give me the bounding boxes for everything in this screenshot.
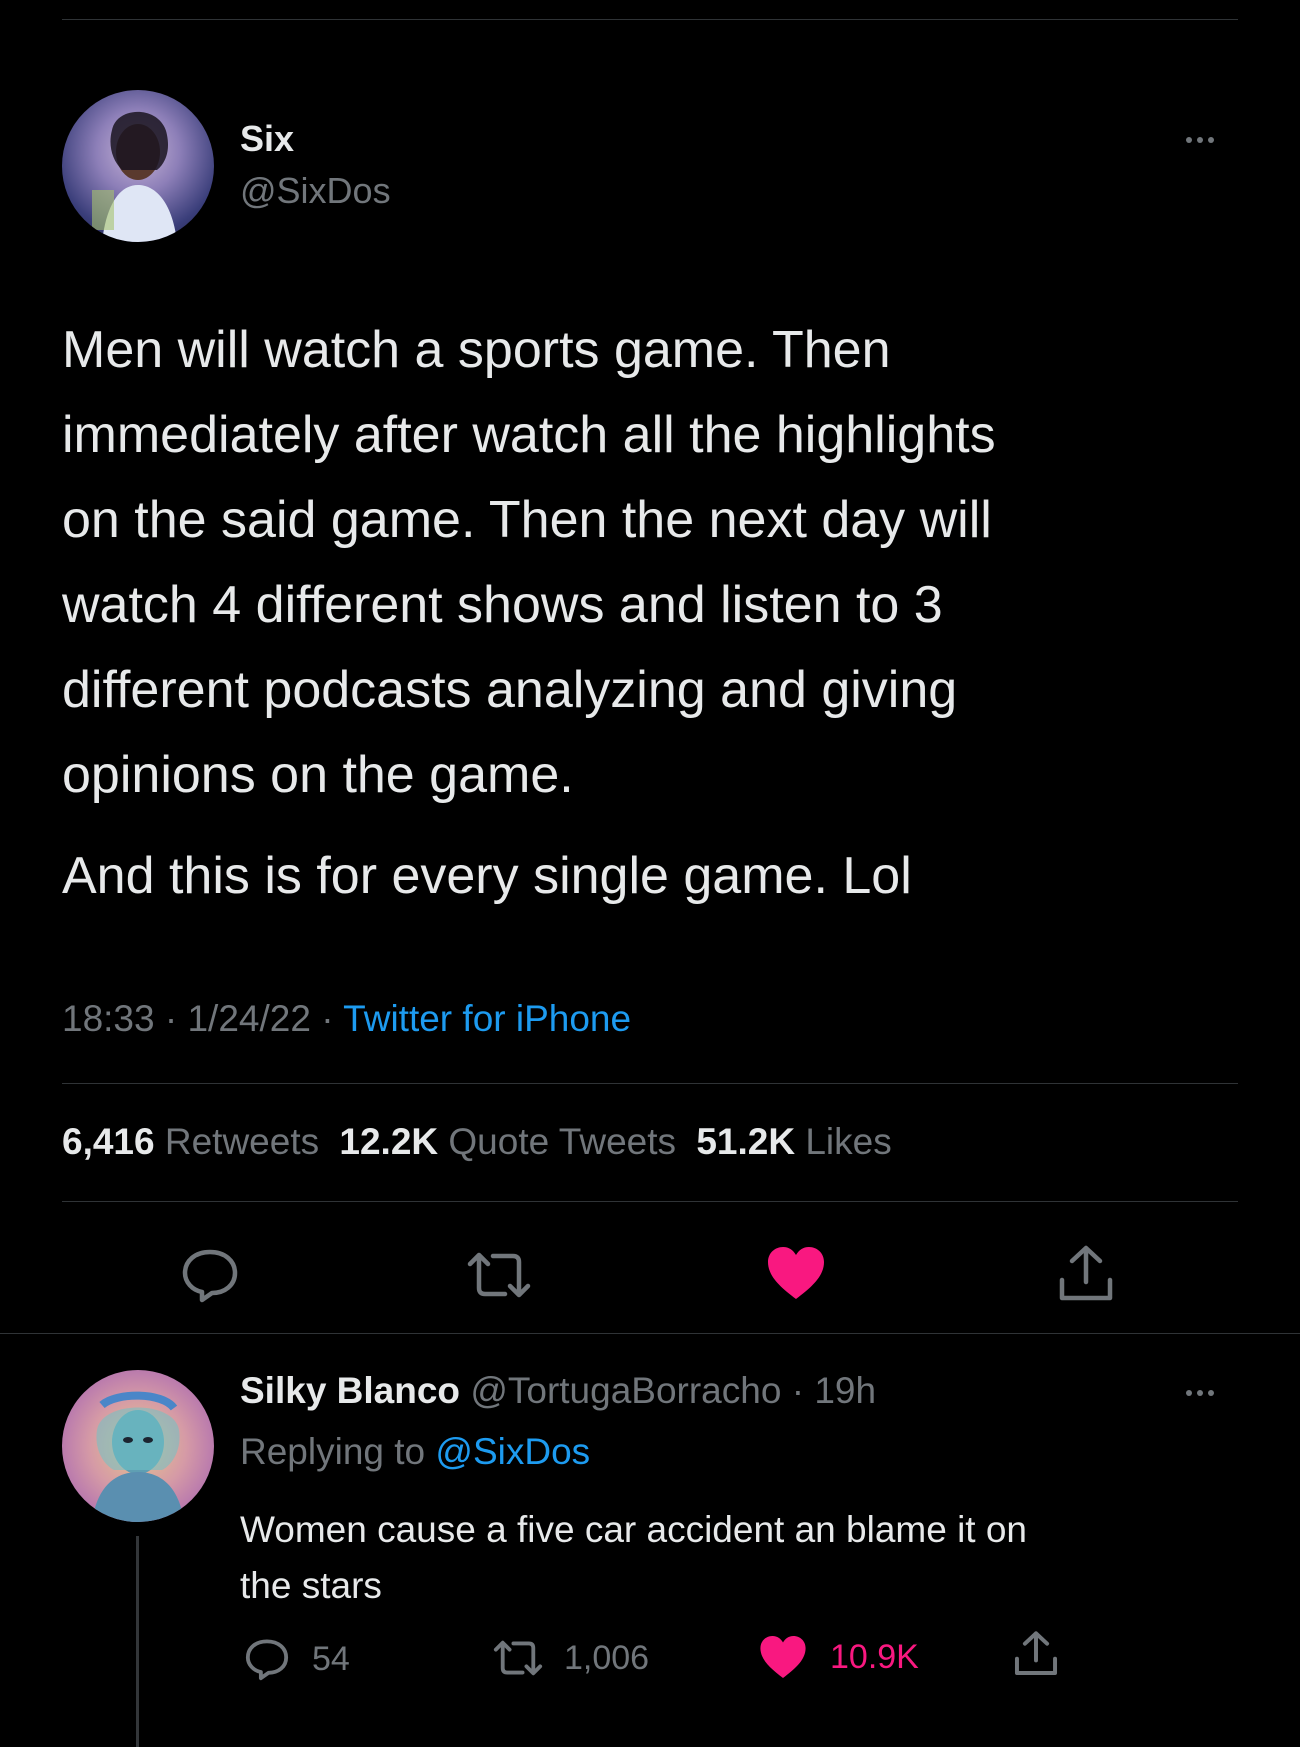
reply-line: the stars (240, 1565, 382, 1606)
heart-icon[interactable] (765, 1245, 827, 1301)
reply-header: Silky Blanco @TortugaBorracho · 19h (240, 1370, 876, 1412)
replying-handle[interactable]: @SixDos (435, 1431, 590, 1472)
quotes-count: 12.2K (339, 1121, 439, 1162)
replying-to: Replying to @SixDos (240, 1431, 590, 1473)
author-name[interactable]: Six (240, 118, 294, 160)
reply-retweet-action[interactable]: 1,006 (492, 1638, 649, 1678)
meta-separator: · (164, 998, 178, 1039)
quotes-stat[interactable]: 12.2K Quote Tweets (339, 1121, 686, 1162)
tweet-line: watch 4 different shows and listen to 3 (62, 576, 943, 634)
tweet-meta: 18:33 · 1/24/22 · Twitter for iPhone (62, 998, 631, 1040)
reply-author-name[interactable]: Silky Blanco (240, 1370, 460, 1411)
tweet-stats: 6,416 Retweets 12.2K Quote Tweets 51.2K … (62, 1121, 892, 1163)
reply-retweet-count: 1,006 (564, 1638, 650, 1677)
avatar-photo (92, 111, 177, 242)
likes-label: Likes (805, 1121, 892, 1162)
tweet-source[interactable]: Twitter for iPhone (343, 998, 631, 1039)
thread-divider (0, 1333, 1300, 1334)
reply-reply-action[interactable]: 54 (244, 1637, 350, 1681)
tweet-line: Men will watch a sports game. Then (62, 321, 891, 379)
reply-line: Women cause a five car accident an blame… (240, 1509, 1028, 1550)
replying-label: Replying to (240, 1431, 426, 1472)
reply-more-icon[interactable] (1186, 1390, 1214, 1396)
reply-author-handle[interactable]: @TortugaBorracho (470, 1370, 781, 1411)
tweet-line: on the said game. Then the next day will (62, 491, 992, 549)
tweet-date[interactable]: 1/24/22 (187, 998, 310, 1039)
reply-reply-icon (245, 1639, 289, 1681)
tweet-line: opinions on the game. (62, 746, 574, 804)
tweet-time[interactable]: 18:33 (62, 998, 155, 1039)
reply-heart-icon (760, 1636, 806, 1678)
author-avatar[interactable] (62, 90, 214, 242)
reply-reply-count: 54 (312, 1639, 350, 1678)
likes-stat[interactable]: 51.2K Likes (696, 1121, 891, 1162)
top-divider (62, 19, 1238, 20)
retweets-label: Retweets (164, 1121, 320, 1162)
retweet-icon[interactable] (465, 1250, 533, 1300)
reply-body: Women cause a five car accident an blame… (240, 1502, 1260, 1614)
reply-avatar-art (92, 1391, 184, 1522)
author-handle[interactable]: @SixDos (240, 170, 391, 212)
more-icon[interactable] (1186, 137, 1214, 143)
meta-separator: · (321, 998, 334, 1039)
reply-like-action[interactable]: 10.9K (758, 1634, 919, 1680)
retweets-stat[interactable]: 6,416 Retweets (62, 1121, 329, 1162)
likes-count: 51.2K (696, 1121, 796, 1162)
reply-avatar[interactable] (62, 1370, 214, 1522)
reply-separator: · (791, 1370, 805, 1411)
stats-divider-bottom (62, 1201, 1238, 1202)
reply-like-count: 10.9K (830, 1637, 919, 1676)
share-icon[interactable] (1057, 1244, 1115, 1304)
reply-time[interactable]: 19h (814, 1370, 876, 1411)
thread-line (136, 1536, 139, 1747)
tweet-body: Men will watch a sports game. Then immed… (62, 308, 1262, 818)
retweets-count: 6,416 (62, 1121, 155, 1162)
quotes-label: Quote Tweets (448, 1121, 677, 1162)
tweet-paragraph-2: And this is for every single game. Lol (62, 847, 912, 905)
reply-retweet-icon (493, 1640, 543, 1676)
reply-share-icon[interactable] (1013, 1629, 1059, 1679)
tweet-line: different podcasts analyzing and giving (62, 661, 958, 719)
tweet-line: immediately after watch all the highligh… (62, 406, 996, 464)
reply-icon[interactable] (180, 1247, 240, 1303)
stats-divider-top (62, 1083, 1238, 1084)
